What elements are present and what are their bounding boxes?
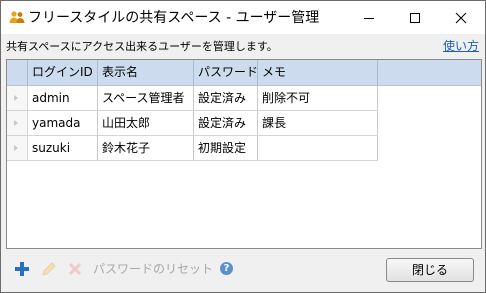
cell-display-name[interactable]: スペース管理者 xyxy=(98,86,194,110)
cell-login-id[interactable]: yamada xyxy=(28,111,98,135)
row-header-corner xyxy=(7,60,28,85)
table-row[interactable]: admin スペース管理者 設定済み 削除不可 xyxy=(7,86,378,111)
column-header-password[interactable]: パスワード xyxy=(194,60,258,85)
close-window-button[interactable] xyxy=(438,1,484,34)
maximize-button[interactable] xyxy=(392,1,438,34)
users-icon xyxy=(9,11,25,23)
window-title: フリースタイルの共有スペース - ユーザー管理 xyxy=(28,10,320,26)
users-grid[interactable]: ログインID 表示名 パスワード メモ admin スペース管理者 設定済み 削… xyxy=(6,59,482,249)
cell-password[interactable]: 設定済み xyxy=(194,86,258,110)
question-icon[interactable]: ? xyxy=(220,262,233,275)
help-link[interactable]: 使い方 xyxy=(443,37,479,54)
cell-password[interactable]: 設定済み xyxy=(194,111,258,135)
row-arrow-icon xyxy=(14,120,18,126)
row-arrow-icon xyxy=(14,145,18,151)
cell-memo[interactable]: 課長 xyxy=(258,111,378,135)
cell-memo[interactable] xyxy=(258,136,378,160)
table-row[interactable]: yamada 山田太郎 設定済み 課長 xyxy=(7,111,378,136)
cell-display-name[interactable]: 鈴木花子 xyxy=(98,136,194,160)
reset-password-button[interactable]: パスワードのリセット xyxy=(93,260,213,277)
cell-login-id[interactable]: admin xyxy=(28,86,98,110)
cell-password[interactable]: 初期設定 xyxy=(194,136,258,160)
description-text: 共有スペースにアクセス出来るユーザーを管理します。 xyxy=(6,40,278,53)
row-selector[interactable] xyxy=(7,111,28,135)
plus-icon[interactable] xyxy=(13,260,31,278)
close-button[interactable]: 閉じる xyxy=(386,258,474,282)
close-icon xyxy=(455,12,467,23)
cell-memo[interactable]: 削除不可 xyxy=(258,86,378,110)
minimize-icon xyxy=(364,17,374,19)
column-header-display-name[interactable]: 表示名 xyxy=(98,60,194,85)
title-bar[interactable]: フリースタイルの共有スペース - ユーザー管理 xyxy=(1,1,485,34)
cell-login-id[interactable]: suzuki xyxy=(28,136,98,160)
minimize-button[interactable] xyxy=(346,1,392,34)
pencil-icon[interactable] xyxy=(40,260,58,278)
maximize-icon xyxy=(410,12,420,23)
user-management-window: フリースタイルの共有スペース - ユーザー管理 共有スペースにアクセス出来るユー… xyxy=(0,0,486,293)
row-selector[interactable] xyxy=(7,136,28,160)
dialog-content: 共有スペースにアクセス出来るユーザーを管理します。 使い方 ログインID 表示名… xyxy=(1,34,485,292)
cell-display-name[interactable]: 山田太郎 xyxy=(98,111,194,135)
column-header-memo[interactable]: メモ xyxy=(258,60,378,85)
row-arrow-icon xyxy=(14,95,18,101)
grid-header: ログインID 表示名 パスワード メモ xyxy=(7,60,481,86)
table-row[interactable]: suzuki 鈴木花子 初期設定 xyxy=(7,136,378,161)
x-icon[interactable] xyxy=(66,260,84,278)
row-selector[interactable] xyxy=(7,86,28,110)
column-header-login-id[interactable]: ログインID xyxy=(28,60,98,85)
